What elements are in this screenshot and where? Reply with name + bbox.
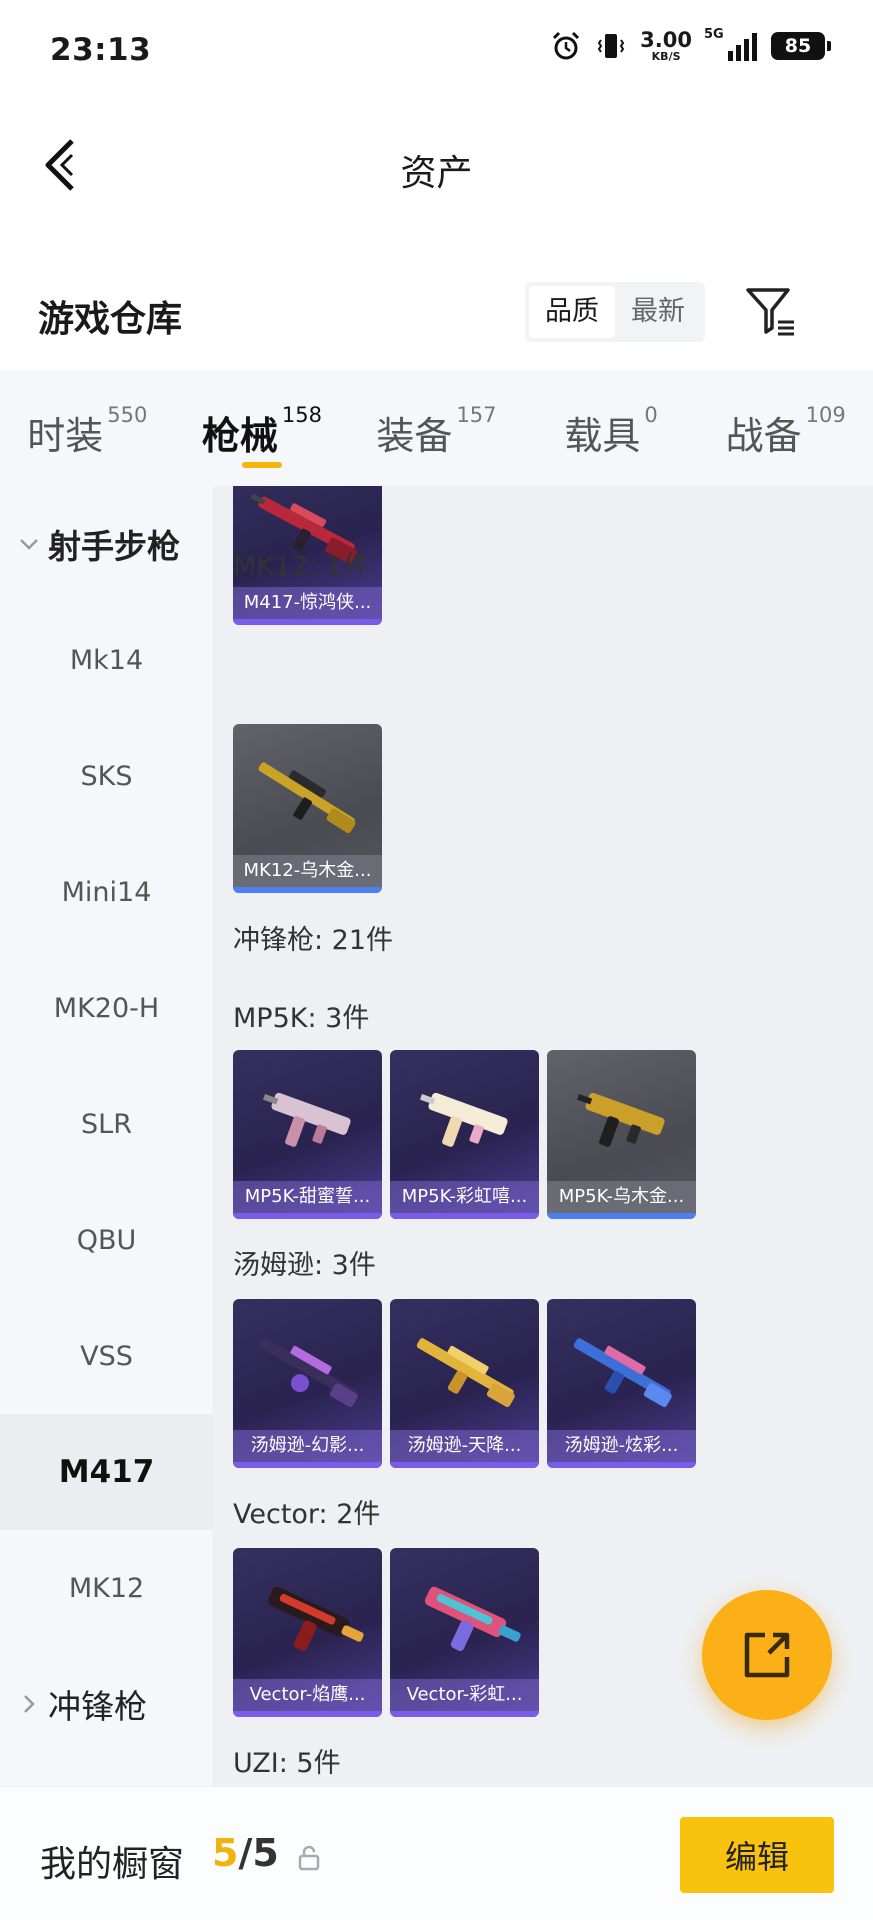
skin-card[interactable]: Vector-焰鹰... — [233, 1548, 382, 1717]
smg-skin-art — [420, 1092, 508, 1147]
lock-icon — [298, 1845, 320, 1871]
section-label: UZI: 5件 — [233, 1748, 341, 1779]
weapon-sidebar: 射手步枪 Mk14 SKS Mini14 MK20-H SLR QBU VSS … — [0, 486, 213, 1786]
tab-fashion[interactable]: 时装 550 — [0, 370, 175, 486]
sidebar-item-vss[interactable]: VSS — [0, 1298, 213, 1414]
skin-name: Vector-彩虹... — [390, 1679, 539, 1711]
showcase-bar: 我的橱窗 5/5 编辑 — [0, 1786, 873, 1920]
sidebar-group-smg[interactable]: 冲锋枪 — [0, 1646, 213, 1762]
tab-vehicles[interactable]: 载具 0 — [524, 370, 699, 486]
skin-card[interactable]: 汤姆逊-天降... — [390, 1299, 539, 1468]
status-icons: 3.00 KB/S 5G 85 — [550, 27, 831, 63]
skin-card[interactable]: 汤姆逊-幻影... — [233, 1299, 382, 1468]
sidebar-item-mk20h[interactable]: MK20-H — [0, 950, 213, 1066]
skin-card[interactable]: MP5K-彩虹嘻... — [390, 1050, 539, 1219]
share-button[interactable] — [702, 1590, 832, 1720]
section-label: Vector: 2件 — [233, 1499, 381, 1530]
tab-supplies[interactable]: 战备 109 — [698, 370, 873, 486]
sort-option-latest[interactable]: 最新 — [615, 286, 701, 338]
category-tabs: 时装 550 枪械 158 装备 157 载具 0 战备 109 — [0, 370, 873, 486]
section-label: MK12: 1件 — [233, 551, 371, 582]
rifle-skin-art — [258, 762, 356, 834]
tab-firearms[interactable]: 枪械 158 — [175, 370, 350, 486]
edit-button[interactable]: 编辑 — [680, 1817, 834, 1893]
network-speed: 3.00 KB/S — [640, 28, 692, 63]
skin-name: MK12-乌木金... — [233, 855, 382, 887]
section-label: MP5K: 3件 — [233, 1003, 370, 1034]
skin-card[interactable]: Vector-彩虹... — [390, 1548, 539, 1717]
sort-option-quality[interactable]: 品质 — [529, 286, 615, 338]
smg-skin-art — [573, 1338, 672, 1408]
share-icon — [744, 1632, 790, 1678]
page-title: 资产 — [400, 153, 473, 194]
filter-button[interactable] — [742, 284, 798, 340]
sidebar-item-mini14[interactable]: Mini14 — [0, 834, 213, 950]
sidebar-item-m417[interactable]: M417 — [0, 1414, 213, 1530]
chevron-right-icon — [24, 1695, 35, 1713]
sidebar-item-mk12[interactable]: MK12 — [0, 1530, 213, 1646]
tab-equipment[interactable]: 装备 157 — [349, 370, 524, 486]
showcase-count: 5/5 — [212, 1831, 279, 1875]
active-tab-indicator — [241, 462, 282, 468]
skin-name: 汤姆逊-幻影... — [233, 1430, 382, 1462]
warehouse-title: 游戏仓库 — [38, 299, 183, 340]
skin-name: MP5K-甜蜜誓... — [233, 1181, 382, 1213]
smg-skin-art — [577, 1092, 665, 1147]
section-label: 冲锋枪: 21件 — [233, 925, 394, 956]
vibrate-icon — [597, 34, 625, 58]
smg-skin-art — [416, 1338, 515, 1408]
status-bar: 23:13 3.00 KB/S 5G 85 — [0, 0, 873, 100]
sidebar-item-slr[interactable]: SLR — [0, 1066, 213, 1182]
skin-card[interactable]: MP5K-乌木金... — [547, 1050, 696, 1219]
skin-name: 汤姆逊-天降... — [390, 1430, 539, 1462]
nav-bar: 资产 — [0, 110, 873, 220]
showcase-label: 我的橱窗 — [40, 1844, 185, 1885]
chevron-down-icon — [20, 539, 38, 550]
sort-toggle: 品质 最新 — [525, 282, 705, 342]
alarm-icon — [553, 31, 580, 60]
skin-name: M417-惊鸿侠... — [233, 587, 382, 619]
sidebar-item-mk14[interactable]: Mk14 — [0, 602, 213, 718]
status-time: 23:13 — [50, 32, 152, 68]
sidebar-group-marksman-rifles[interactable]: 射手步枪 — [0, 486, 213, 602]
skin-name: 汤姆逊-炫彩... — [547, 1430, 696, 1462]
filter-icon — [746, 288, 794, 336]
signal-icon: 5G — [704, 27, 757, 61]
sidebar-item-sks[interactable]: SKS — [0, 718, 213, 834]
skin-name: MP5K-乌木金... — [547, 1181, 696, 1213]
skin-name: MP5K-彩虹嘻... — [390, 1181, 539, 1213]
skin-card[interactable]: MK12-乌木金... — [233, 724, 382, 893]
smg-skin-art — [259, 1338, 358, 1408]
skin-card[interactable]: MP5K-甜蜜誓... — [233, 1050, 382, 1219]
sidebar-item-qbu[interactable]: QBU — [0, 1182, 213, 1298]
battery-icon: 85 — [771, 32, 831, 60]
section-label: 汤姆逊: 3件 — [233, 1250, 376, 1281]
smg-skin-art — [267, 1586, 364, 1651]
smg-skin-art — [263, 1092, 351, 1147]
skin-name: Vector-焰鹰... — [233, 1679, 382, 1711]
skin-card[interactable]: 汤姆逊-炫彩... — [547, 1299, 696, 1468]
smg-skin-art — [424, 1586, 521, 1651]
